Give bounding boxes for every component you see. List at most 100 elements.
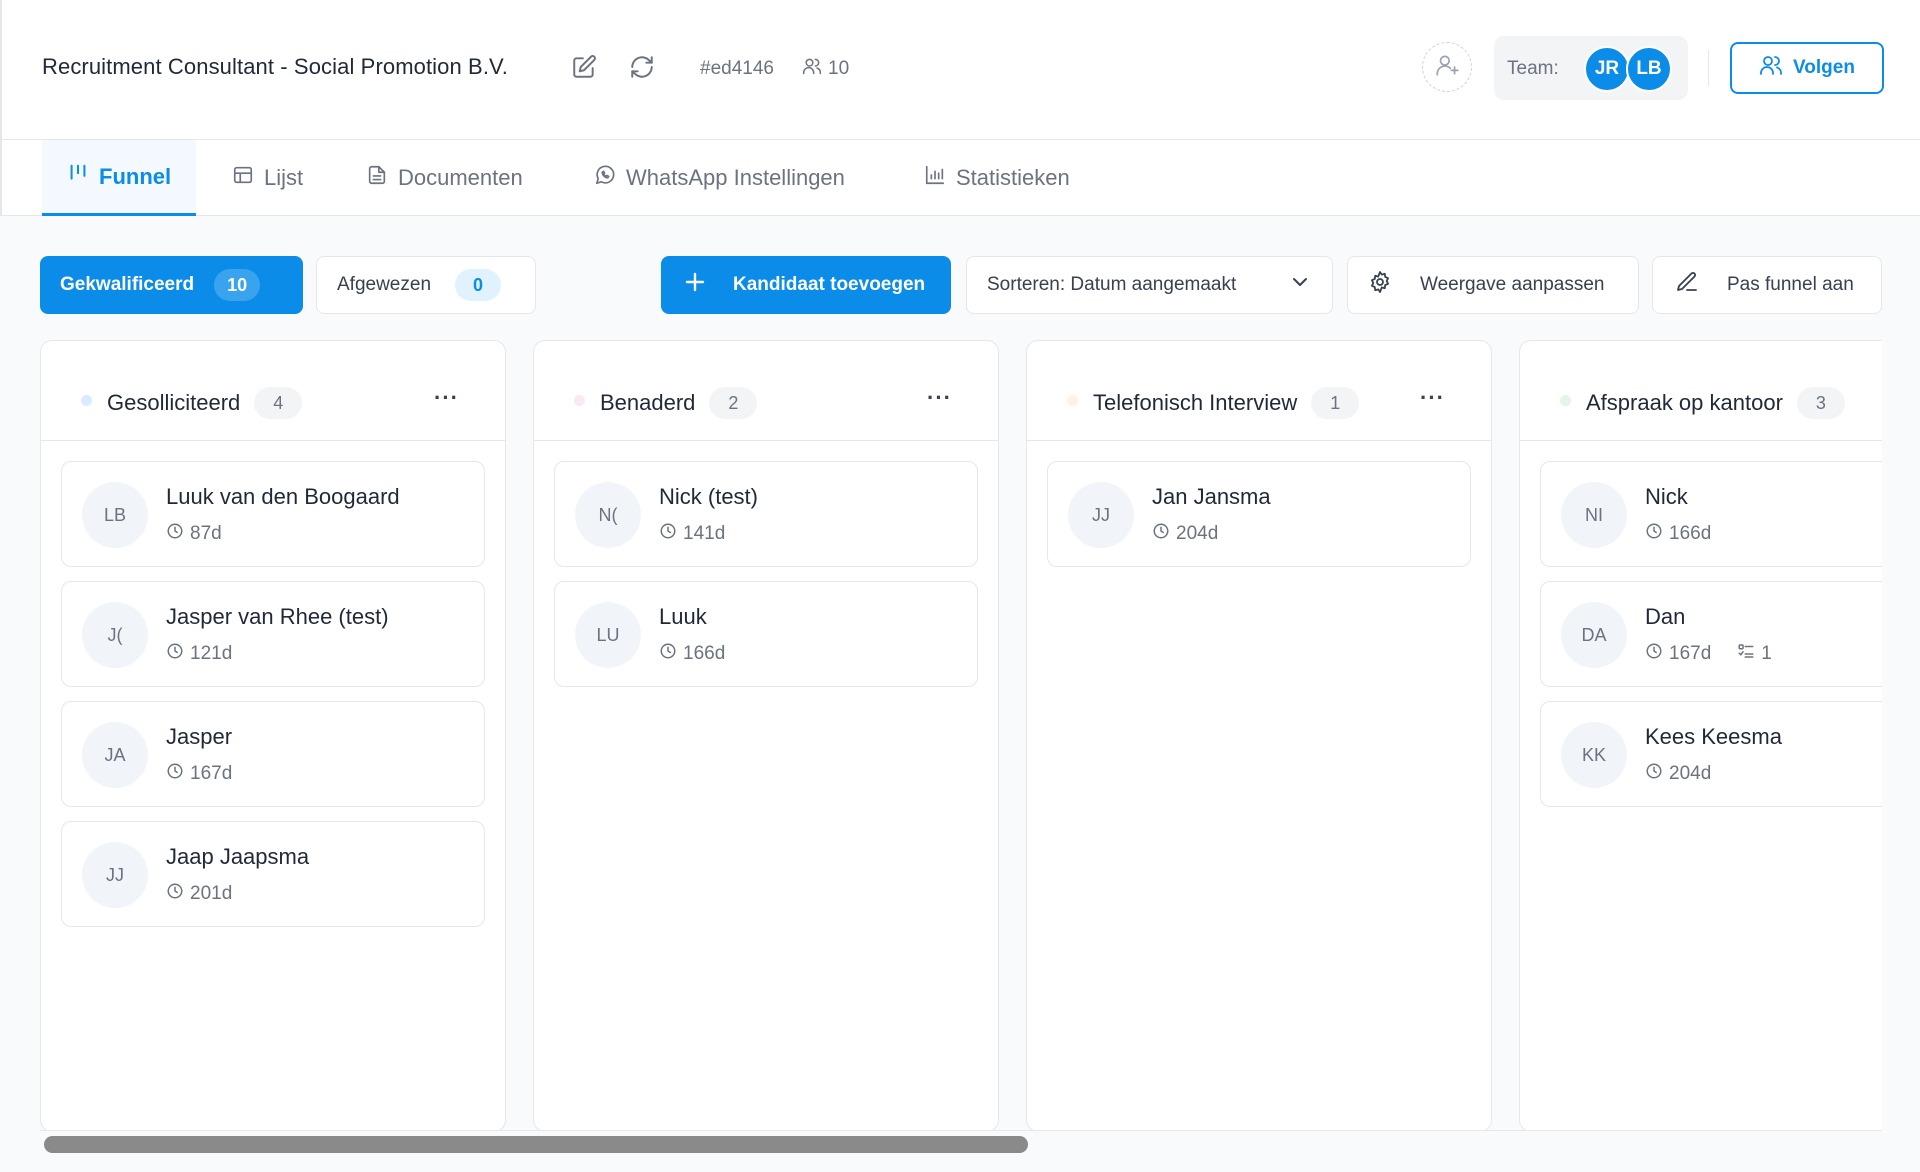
- candidate-card[interactable]: KK Kees Keesma 204d: [1540, 701, 1882, 807]
- candidate-card[interactable]: JJ Jaap Jaapsma 201d: [61, 821, 485, 927]
- document-icon: [366, 164, 388, 192]
- avatar: LB: [82, 482, 148, 548]
- clock-icon: [166, 762, 184, 786]
- add-candidate-button[interactable]: Kandidaat toevoegen: [661, 256, 951, 314]
- team-panel: Team: JR LB: [1494, 36, 1688, 100]
- edit-funnel-button[interactable]: Pas funnel aan: [1652, 256, 1882, 314]
- horizontal-scrollbar[interactable]: [40, 1130, 1882, 1154]
- candidate-card[interactable]: DA Dan 167d 1: [1540, 581, 1882, 687]
- column-title-text: Afspraak op kantoor: [1586, 390, 1783, 415]
- clock-icon: [1645, 762, 1663, 786]
- follow-button[interactable]: Volgen: [1730, 42, 1884, 94]
- customize-view-button[interactable]: Weergave aanpassen: [1347, 256, 1639, 314]
- sort-label: Sorteren: Datum aangemaakt: [987, 274, 1237, 295]
- clock-icon: [1645, 522, 1663, 546]
- column-title: Telefonisch Interview 1: [1093, 387, 1360, 419]
- candidate-card[interactable]: LB Luuk van den Boogaard 87d: [61, 461, 485, 567]
- page-title: Recruitment Consultant - Social Promotio…: [42, 54, 508, 79]
- tab-label: Documenten: [398, 165, 523, 190]
- count-badge: 10: [214, 269, 261, 301]
- stage-dot: [81, 395, 92, 406]
- column-header: Telefonisch Interview 1 ···: [1027, 341, 1491, 441]
- clock-icon: [166, 882, 184, 906]
- column-afspraak-op-kantoor: Afspraak op kantoor 3 ··· NI Nick 166d D…: [1519, 340, 1882, 1132]
- column-title-text: Telefonisch Interview: [1093, 390, 1298, 415]
- tab-label: Lijst: [264, 165, 304, 190]
- funnel-icon: [67, 163, 89, 191]
- avatar: DA: [1561, 602, 1627, 668]
- candidate-card[interactable]: N( Nick (test) 141d: [554, 461, 978, 567]
- candidate-card[interactable]: LU Luuk 166d: [554, 581, 978, 687]
- tab-statistieken[interactable]: Statistieken: [924, 140, 1070, 216]
- candidate-meta: 167d: [166, 762, 232, 786]
- page-header: Recruitment Consultant - Social Promotio…: [0, 0, 1920, 140]
- column-title-text: Benaderd: [600, 390, 696, 415]
- candidate-age: 201d: [190, 883, 233, 904]
- avatar: J(: [82, 602, 148, 668]
- plus-icon: [683, 270, 707, 300]
- candidate-meta: 166d: [659, 642, 725, 666]
- add-team-member-button[interactable]: [1422, 42, 1472, 92]
- candidate-age: 167d: [1669, 643, 1712, 664]
- tab-funnel[interactable]: Funnel: [42, 140, 197, 216]
- count-badge: 0: [455, 269, 502, 301]
- column-gesolliciteerd: Gesolliciteerd 4 ··· LB Luuk van den Boo…: [40, 340, 506, 1132]
- filter-label: Gekwalificeerd: [60, 274, 195, 295]
- avatar: KK: [1561, 722, 1627, 788]
- users-icon: [802, 56, 822, 82]
- candidate-name: Nick: [1645, 484, 1688, 509]
- task-list-icon: [1737, 642, 1755, 666]
- column-header: Gesolliciteerd 4 ···: [41, 341, 505, 441]
- edit-funnel-label: Pas funnel aan: [1727, 274, 1854, 295]
- refresh-icon[interactable]: [628, 53, 656, 81]
- member-count: 10: [802, 56, 849, 82]
- candidate-meta: 121d: [166, 642, 232, 666]
- bar-chart-icon: [924, 164, 946, 192]
- avatar: NI: [1561, 482, 1627, 548]
- candidate-age: 87d: [190, 523, 222, 544]
- team-label: Team:: [1507, 58, 1559, 79]
- avatar[interactable]: JR: [1584, 46, 1630, 92]
- candidate-meta: 167d 1: [1645, 642, 1772, 666]
- pencil-icon: [1675, 270, 1699, 300]
- clock-icon: [1645, 642, 1663, 666]
- candidate-age: 166d: [1669, 523, 1712, 544]
- candidate-card[interactable]: JA Jasper 167d: [61, 701, 485, 807]
- candidate-name: Nick (test): [659, 484, 758, 509]
- candidate-card[interactable]: J( Jasper van Rhee (test) 121d: [61, 581, 485, 687]
- column-header: Afspraak op kantoor 3 ···: [1520, 341, 1882, 441]
- tab-documenten[interactable]: Documenten: [366, 140, 523, 216]
- tab-lijst[interactable]: Lijst: [232, 140, 303, 216]
- stage-dot: [574, 395, 585, 406]
- divider: [1708, 50, 1709, 86]
- candidate-age: 121d: [190, 643, 233, 664]
- gear-icon: [1368, 270, 1392, 300]
- column-count: 2: [709, 387, 758, 419]
- scrollbar-thumb[interactable]: [44, 1136, 1028, 1153]
- filter-qualified-button[interactable]: Gekwalificeerd 10: [40, 256, 303, 314]
- tab-whatsapp-instellingen[interactable]: WhatsApp Instellingen: [594, 140, 845, 216]
- more-options-icon[interactable]: ···: [927, 385, 952, 411]
- candidate-card[interactable]: JJ Jan Jansma 204d: [1047, 461, 1471, 567]
- stage-dot: [1560, 395, 1571, 406]
- more-options-icon[interactable]: ···: [1420, 385, 1445, 411]
- column-telefonisch-interview: Telefonisch Interview 1 ··· JJ Jan Jansm…: [1026, 340, 1492, 1132]
- more-options-icon[interactable]: ···: [434, 385, 459, 411]
- chevron-down-icon: [1288, 270, 1312, 300]
- funnel-board: Gesolliciteerd 4 ··· LB Luuk van den Boo…: [40, 340, 1882, 1132]
- whatsapp-icon: [594, 164, 616, 192]
- filter-rejected-button[interactable]: Afgewezen 0: [316, 256, 536, 314]
- candidate-card[interactable]: NI Nick 166d: [1540, 461, 1882, 567]
- edit-title-icon[interactable]: [570, 53, 598, 81]
- avatar[interactable]: LB: [1626, 46, 1672, 92]
- candidate-meta: 204d: [1152, 522, 1218, 546]
- tab-label: WhatsApp Instellingen: [626, 165, 845, 190]
- avatar: JJ: [82, 842, 148, 908]
- sort-select[interactable]: Sorteren: Datum aangemaakt: [966, 256, 1333, 314]
- candidate-name: Luuk van den Boogaard: [166, 484, 400, 509]
- candidate-age: 204d: [1669, 763, 1712, 784]
- candidate-meta: 141d: [659, 522, 725, 546]
- candidate-meta: 87d: [166, 522, 222, 546]
- candidate-name: Jasper: [166, 724, 233, 749]
- column-header: Benaderd 2 ···: [534, 341, 998, 441]
